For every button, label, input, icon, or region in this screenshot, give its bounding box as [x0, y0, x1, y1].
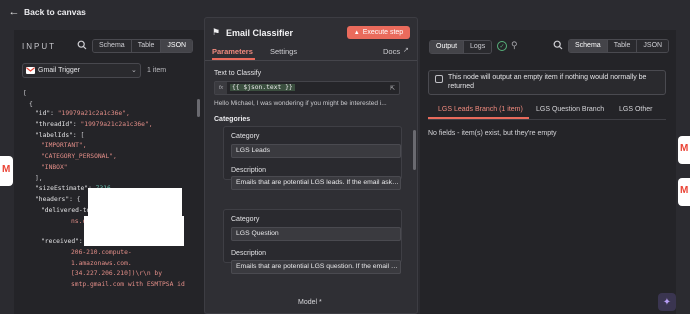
category-label: Category	[231, 216, 260, 223]
json-value: ],	[35, 175, 43, 182]
modal-scrollbar[interactable]	[413, 130, 416, 170]
branch-tab-lgs-question[interactable]: LGS Question Branch	[536, 106, 604, 113]
input-item-count: 1 item	[147, 67, 167, 74]
divider	[205, 60, 417, 61]
no-fields-message: No fields - item(s) exist, but they're e…	[428, 130, 557, 137]
empty-output-notice-text: This node will output an empty item if n…	[448, 74, 647, 90]
json-line: "labelIds": [	[35, 132, 84, 139]
branch-tab-lgs-other[interactable]: LGS Other	[619, 106, 652, 113]
json-value: 1.amazonaws.com.	[71, 260, 132, 267]
gmail-icon: M	[2, 164, 11, 175]
model-label: Model *	[298, 299, 322, 306]
category-label: Category	[231, 133, 260, 140]
json-line: "IMPORTANT",	[41, 142, 87, 149]
tab-parameters[interactable]: Parameters	[212, 47, 253, 56]
json-line: "threadId": "19979a21c2a1c36e",	[35, 121, 153, 128]
redaction-block	[84, 216, 184, 246]
json-line: smtp.gmail.com with ESMTPSA id	[71, 281, 185, 288]
json-value: "IMPORTANT",	[41, 142, 87, 149]
json-line: "received":	[41, 238, 83, 245]
input-view-table-button[interactable]: Table	[131, 40, 162, 52]
json-value: "19979a21c2a1c36e",	[57, 110, 130, 117]
input-view-json-button[interactable]: JSON	[161, 40, 193, 52]
json-key: "headers":	[35, 196, 77, 203]
output-view-schema-button[interactable]: Schema	[569, 40, 608, 52]
flask-icon: ▲	[353, 29, 360, 36]
output-button[interactable]: Output	[430, 41, 465, 53]
description-input[interactable]: Emails that are potential LGS leads. If …	[231, 176, 401, 190]
redaction-block	[88, 188, 182, 216]
output-view-toggle: Schema Table JSON	[568, 39, 670, 53]
gmail-icon	[26, 67, 35, 74]
input-panel-title: INPUT	[22, 42, 56, 51]
input-view-toggle: Schema Table JSON	[92, 39, 194, 53]
execute-step-button[interactable]: ▲ Execute step	[347, 26, 410, 39]
input-scrollbar[interactable]	[197, 99, 200, 117]
node-title[interactable]: Email Classifier	[226, 28, 293, 38]
tab-settings[interactable]: Settings	[270, 47, 297, 56]
json-value: {	[76, 196, 81, 203]
json-line: "id": "19979a21c2a1c36e",	[35, 110, 130, 117]
expression-preview: Hello Michael, I was wondering if you mi…	[214, 100, 387, 107]
json-key: "labelIds":	[35, 132, 81, 139]
json-key: "threadId":	[35, 121, 81, 128]
json-value: [	[80, 132, 85, 139]
categories-label: Categories	[214, 116, 251, 123]
divider	[428, 119, 666, 120]
json-key: "sizeEstimate":	[35, 185, 96, 192]
json-value: [34.227.206.210])\r\n by	[71, 270, 162, 277]
search-icon[interactable]	[553, 40, 563, 50]
input-view-schema-button[interactable]: Schema	[93, 40, 132, 52]
json-line: ],	[35, 175, 43, 182]
json-value: "INBOX"	[41, 164, 68, 171]
json-key: "id":	[35, 110, 58, 117]
docs-link[interactable]: Docs	[383, 47, 400, 56]
json-value: "CATEGORY_PERSONAL",	[41, 153, 117, 160]
json-line: 206-210.compute-	[71, 249, 132, 256]
json-line: "CATEGORY_PERSONAL",	[41, 153, 117, 160]
json-value: 206-210.compute-	[71, 249, 132, 256]
json-line: [34.227.206.210])\r\n by	[71, 270, 162, 277]
json-line: [	[23, 90, 27, 97]
text-to-classify-label: Text to Classify	[214, 70, 262, 77]
json-line: 1.amazonaws.com.	[71, 260, 132, 267]
json-line: "headers": {	[35, 196, 81, 203]
json-value: {	[29, 101, 33, 108]
sparkle-icon[interactable]: ✦	[658, 293, 676, 311]
logs-button[interactable]: Logs	[464, 41, 492, 53]
gmail-icon: M	[680, 185, 689, 196]
json-value: [	[23, 90, 27, 97]
input-node-select-label: Gmail Trigger	[38, 67, 81, 74]
info-square-icon	[435, 75, 443, 83]
output-run-mode-toggle: Output Logs	[429, 40, 493, 54]
category-name-input[interactable]: LGS Leads	[231, 144, 401, 158]
pin-icon[interactable]: ⚲	[511, 40, 518, 51]
description-input[interactable]: Emails that are potential LGS question. …	[231, 260, 401, 274]
json-line: {	[29, 101, 33, 108]
arrow-left-icon[interactable]: ←	[8, 6, 20, 18]
json-value: "19979a21c2a1c36e",	[80, 121, 153, 128]
execute-step-label: Execute step	[362, 29, 404, 36]
json-value: smtp.gmail.com with ESMTPSA id	[71, 281, 185, 288]
description-label: Description	[231, 250, 267, 257]
tag-icon: ⚑	[212, 27, 221, 37]
description-label: Description	[231, 167, 267, 174]
open-expression-editor-icon[interactable]: ⇱	[390, 85, 395, 92]
output-view-json-button[interactable]: JSON	[637, 40, 669, 52]
back-to-canvas-link[interactable]: Back to canvas	[24, 7, 86, 17]
search-icon[interactable]	[77, 40, 87, 50]
check-circle-icon: ✓	[497, 41, 507, 51]
chevron-down-icon: ⌄	[131, 67, 137, 74]
gmail-icon: M	[680, 143, 689, 154]
json-line: "INBOX"	[41, 164, 68, 171]
fx-icon: fx	[215, 82, 227, 94]
external-link-icon: ↗	[403, 47, 409, 54]
expression-text[interactable]: {{ $json.text }}	[230, 84, 295, 91]
json-key: "received":	[41, 238, 83, 245]
output-view-table-button[interactable]: Table	[607, 40, 638, 52]
category-name-input[interactable]: LGS Question	[231, 227, 401, 241]
branch-tab-lgs-leads[interactable]: LGS Leads Branch (1 item)	[438, 106, 523, 113]
